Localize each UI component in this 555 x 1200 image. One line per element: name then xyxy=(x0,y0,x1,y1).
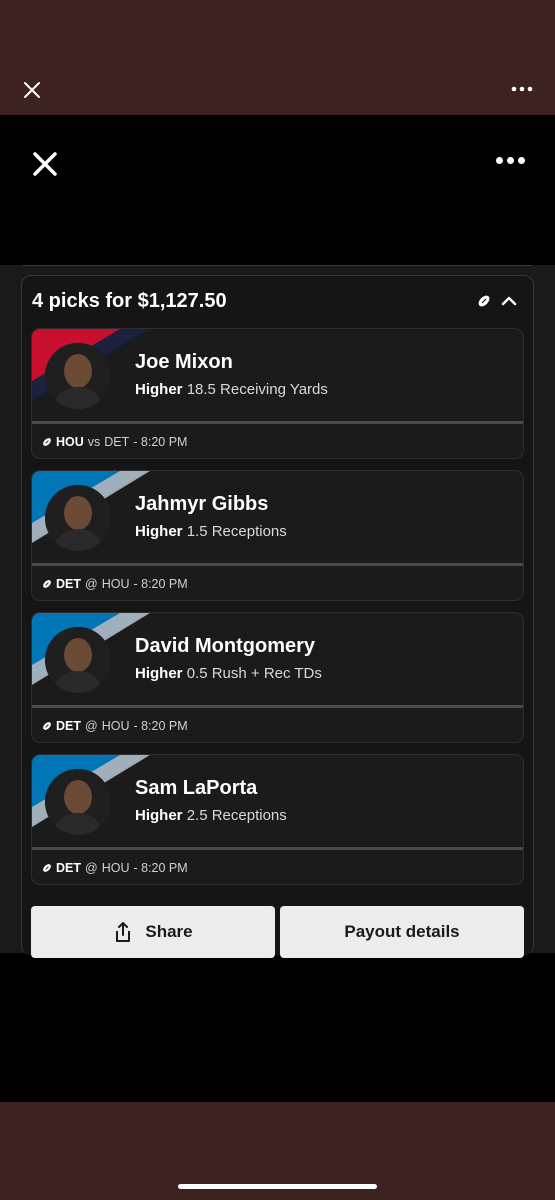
payout-label: Payout details xyxy=(344,922,460,941)
player-avatar xyxy=(45,343,111,409)
close-icon[interactable] xyxy=(22,80,42,100)
pick-stat: 18.5 Receiving Yards xyxy=(186,381,328,398)
app-header xyxy=(0,115,555,265)
chevron-up-icon[interactable] xyxy=(501,296,517,306)
pick-divider xyxy=(32,563,523,566)
pick-direction: Higher xyxy=(135,381,183,398)
football-icon xyxy=(43,438,51,446)
team-abbr: DET xyxy=(56,861,81,875)
share-icon xyxy=(116,922,131,942)
opponent-abbr: DET xyxy=(104,435,130,449)
pick-line: Higher 2.5 Receptions xyxy=(135,807,287,824)
football-icon xyxy=(478,295,490,307)
team-abbr: DET xyxy=(56,719,81,733)
more-icon[interactable] xyxy=(511,86,533,92)
opponent-abbr: HOU xyxy=(101,719,130,733)
pick-direction: Higher xyxy=(135,523,183,540)
picks-card: 4 picks for $1,127.50 Joe Mixon Higher 1… xyxy=(21,275,534,958)
picks-title: 4 picks for $1,127.50 xyxy=(32,290,227,312)
pick-stat: 1.5 Receptions xyxy=(186,523,287,540)
pick-line: Higher 1.5 Receptions xyxy=(135,523,287,540)
pick-card[interactable]: Joe Mixon Higher 18.5 Receiving Yards HO… xyxy=(31,328,524,459)
share-label: Share xyxy=(145,922,193,941)
pick-stat: 0.5 Rush + Rec TDs xyxy=(186,665,322,682)
picks-sheet: 4 picks for $1,127.50 Joe Mixon Higher 1… xyxy=(0,265,555,958)
pick-stat: 2.5 Receptions xyxy=(186,807,287,824)
pick-direction: Higher xyxy=(135,807,183,824)
matchup-sep: @ xyxy=(85,861,98,875)
pick-line: Higher 18.5 Receiving Yards xyxy=(135,381,328,398)
matchup-sep: @ xyxy=(85,719,98,733)
game-info: HOU vs DET - 8:20 PM xyxy=(42,435,187,449)
team-abbr: HOU xyxy=(56,435,84,449)
opponent-abbr: HOU xyxy=(101,577,130,591)
player-name: Sam LaPorta xyxy=(135,777,258,799)
player-name: David Montgomery xyxy=(135,635,316,657)
matchup-sep: vs xyxy=(87,435,101,449)
share-button[interactable]: Share xyxy=(31,906,275,958)
outer-bottom-bar xyxy=(0,1102,555,1200)
player-avatar xyxy=(45,627,111,693)
payout-details-button[interactable]: Payout details xyxy=(280,906,524,958)
app-screen: 4 picks for $1,127.50 Joe Mixon Higher 1… xyxy=(0,115,555,1102)
pick-divider xyxy=(32,847,523,850)
player-name: Jahmyr Gibbs xyxy=(135,493,269,515)
outer-top-bar xyxy=(0,0,555,115)
player-avatar xyxy=(45,485,111,551)
game-info: DET @ HOU - 8:20 PM xyxy=(42,719,188,733)
pick-card[interactable]: Jahmyr Gibbs Higher 1.5 Receptions DET @… xyxy=(31,470,524,601)
pick-divider xyxy=(32,705,523,708)
opponent-abbr: HOU xyxy=(101,861,130,875)
game-info: DET @ HOU - 8:20 PM xyxy=(42,577,188,591)
game-info: DET @ HOU - 8:20 PM xyxy=(42,861,188,875)
sheet-divider xyxy=(22,265,532,266)
pick-card[interactable]: Sam LaPorta Higher 2.5 Receptions DET @ … xyxy=(31,754,524,885)
card-head-icons xyxy=(477,294,517,308)
pick-direction: Higher xyxy=(135,665,183,682)
more-icon[interactable] xyxy=(496,157,525,164)
player-avatar xyxy=(45,769,111,835)
close-icon[interactable] xyxy=(32,151,58,177)
player-name: Joe Mixon xyxy=(135,351,233,373)
pick-card[interactable]: David Montgomery Higher 0.5 Rush + Rec T… xyxy=(31,612,524,743)
football-icon xyxy=(43,580,51,588)
football-icon xyxy=(43,864,51,872)
game-time: - 8:20 PM xyxy=(133,577,188,591)
home-indicator[interactable] xyxy=(178,1184,377,1189)
matchup-sep: @ xyxy=(85,577,98,591)
team-abbr: DET xyxy=(56,577,81,591)
football-icon xyxy=(43,722,51,730)
pick-line: Higher 0.5 Rush + Rec TDs xyxy=(135,665,322,682)
game-time: - 8:20 PM xyxy=(133,861,188,875)
game-time: - 8:20 PM xyxy=(133,719,188,733)
pick-divider xyxy=(32,421,523,424)
game-time: - 8:20 PM xyxy=(133,435,188,449)
